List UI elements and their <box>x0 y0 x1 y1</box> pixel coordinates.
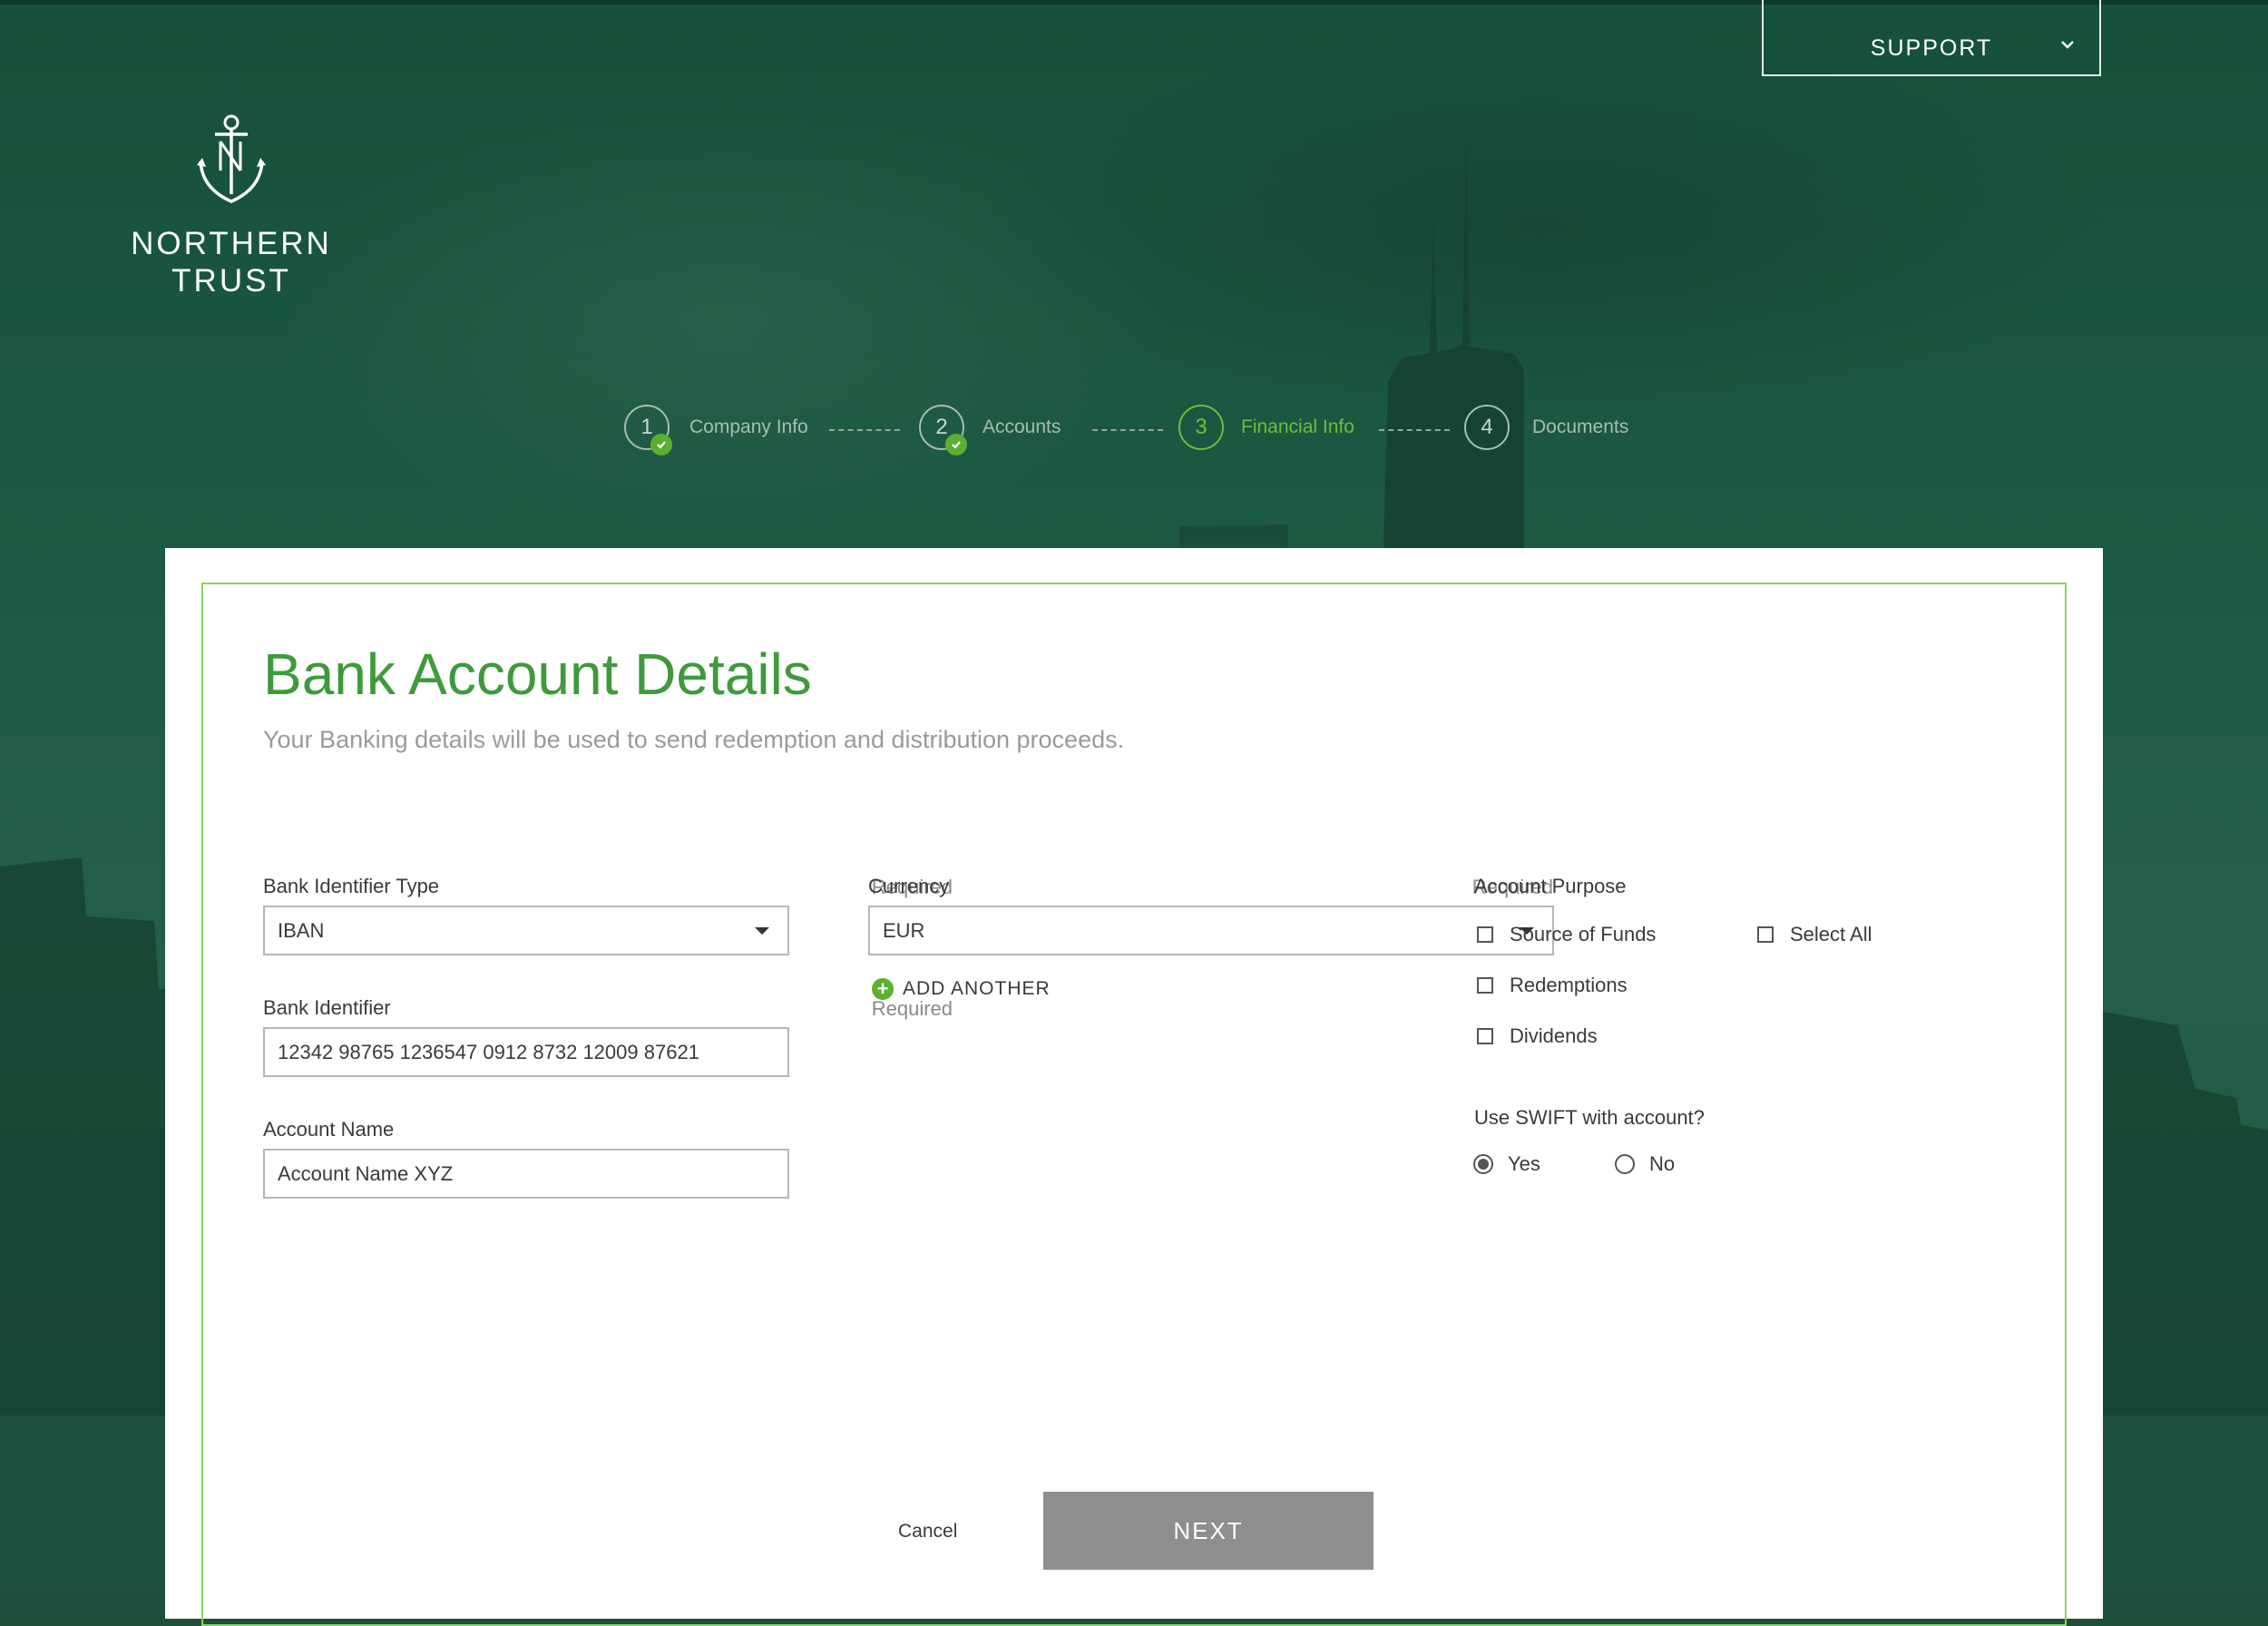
currency-label: Currency <box>868 875 950 897</box>
checkbox-box[interactable] <box>1477 977 1493 994</box>
account-name-input[interactable]: Account Name XYZ <box>263 1149 789 1199</box>
account-name-value: Account Name XYZ <box>278 1161 454 1185</box>
checkbox-label: Source of Funds <box>1510 923 1657 945</box>
step-4-label[interactable]: Documents <box>1532 416 1628 438</box>
cancel-button[interactable]: Cancel <box>898 1521 957 1543</box>
progress-stepper: 1 Company Info 2 Accounts 3 Financial In… <box>0 405 2268 455</box>
checkbox-dividends[interactable]: Dividends <box>1477 1024 1598 1048</box>
radio-button[interactable] <box>1615 1154 1635 1174</box>
bank-identifier-value: 12342 98765 1236547 0912 8732 12009 8762… <box>278 1040 699 1063</box>
next-button-label: NEXT <box>1173 1516 1244 1544</box>
swift-question-label: Use SWIFT with account? <box>1474 1106 1705 1129</box>
radio-label: Yes <box>1508 1152 1540 1175</box>
add-another-currency-button[interactable]: + ADD ANOTHER <box>872 978 1051 1000</box>
step-3-circle[interactable]: 3 <box>1178 405 1224 450</box>
account-purpose-label: Account Purpose <box>1474 875 1627 897</box>
checkbox-label: Dividends <box>1510 1024 1598 1047</box>
page-title: Bank Account Details <box>263 642 812 707</box>
radio-label: No <box>1649 1152 1676 1175</box>
bank-identifier-input[interactable]: 12342 98765 1236547 0912 8732 12009 8762… <box>263 1027 789 1077</box>
support-label: SUPPORT <box>1870 34 1993 61</box>
checkbox-box[interactable] <box>1757 926 1774 943</box>
step-3-label[interactable]: Financial Info <box>1241 416 1354 438</box>
logo-line-2: TRUST <box>171 263 291 299</box>
radio-swift-no[interactable]: No <box>1615 1152 1675 1176</box>
required-indicator: Required <box>871 997 953 1020</box>
caret-down-icon <box>755 927 769 935</box>
step-4-circle[interactable]: 4 <box>1464 405 1510 450</box>
bank-identifier-label: Bank Identifier <box>263 996 391 1019</box>
bank-identifier-type-value: IBAN <box>278 918 325 942</box>
next-button[interactable]: NEXT <box>1043 1492 1374 1570</box>
plus-circle-icon: + <box>872 978 894 1000</box>
step-4-number: 4 <box>1481 415 1493 439</box>
bank-identifier-type-select[interactable]: IBAN <box>263 906 789 955</box>
step-2-check-icon <box>945 434 967 455</box>
step-2-label[interactable]: Accounts <box>982 416 1061 438</box>
currency-select[interactable]: EUR <box>868 906 1554 955</box>
bank-identifier-type-label: Bank Identifier Type <box>263 875 440 897</box>
step-2-number: 2 <box>935 415 948 439</box>
radio-button-selected[interactable] <box>1473 1154 1493 1174</box>
checkbox-label: Select All <box>1790 923 1872 945</box>
step-1-number: 1 <box>640 415 653 439</box>
page-subtitle: Your Banking details will be used to sen… <box>263 726 1125 753</box>
form-card: Bank Account Details Your Banking detail… <box>165 548 2103 1626</box>
radio-swift-yes[interactable]: Yes <box>1473 1152 1540 1176</box>
checkbox-source-of-funds[interactable]: Source of Funds <box>1477 923 1656 946</box>
step-connector <box>829 429 900 431</box>
anchor-icon <box>197 114 266 203</box>
chevron-down-icon <box>2061 41 2074 49</box>
step-3-number: 3 <box>1195 415 1207 439</box>
checkbox-box[interactable] <box>1477 926 1493 943</box>
checkbox-label: Redemptions <box>1510 974 1628 996</box>
checkbox-redemptions[interactable]: Redemptions <box>1477 974 1628 997</box>
add-another-label: ADD ANOTHER <box>903 978 1051 999</box>
step-1-check-icon <box>650 434 672 455</box>
step-1-label[interactable]: Company Info <box>689 416 808 438</box>
account-name-label: Account Name <box>263 1118 395 1141</box>
support-dropdown[interactable]: SUPPORT <box>1762 0 2101 76</box>
checkbox-box[interactable] <box>1477 1028 1493 1044</box>
currency-value: EUR <box>883 918 925 942</box>
logo-line-1: NORTHERN <box>131 226 332 261</box>
step-connector <box>1092 429 1163 431</box>
checkbox-select-all[interactable]: Select All <box>1757 923 1872 946</box>
step-connector <box>1379 429 1450 431</box>
northern-trust-logo[interactable]: NORTHERN TRUST <box>118 114 345 299</box>
